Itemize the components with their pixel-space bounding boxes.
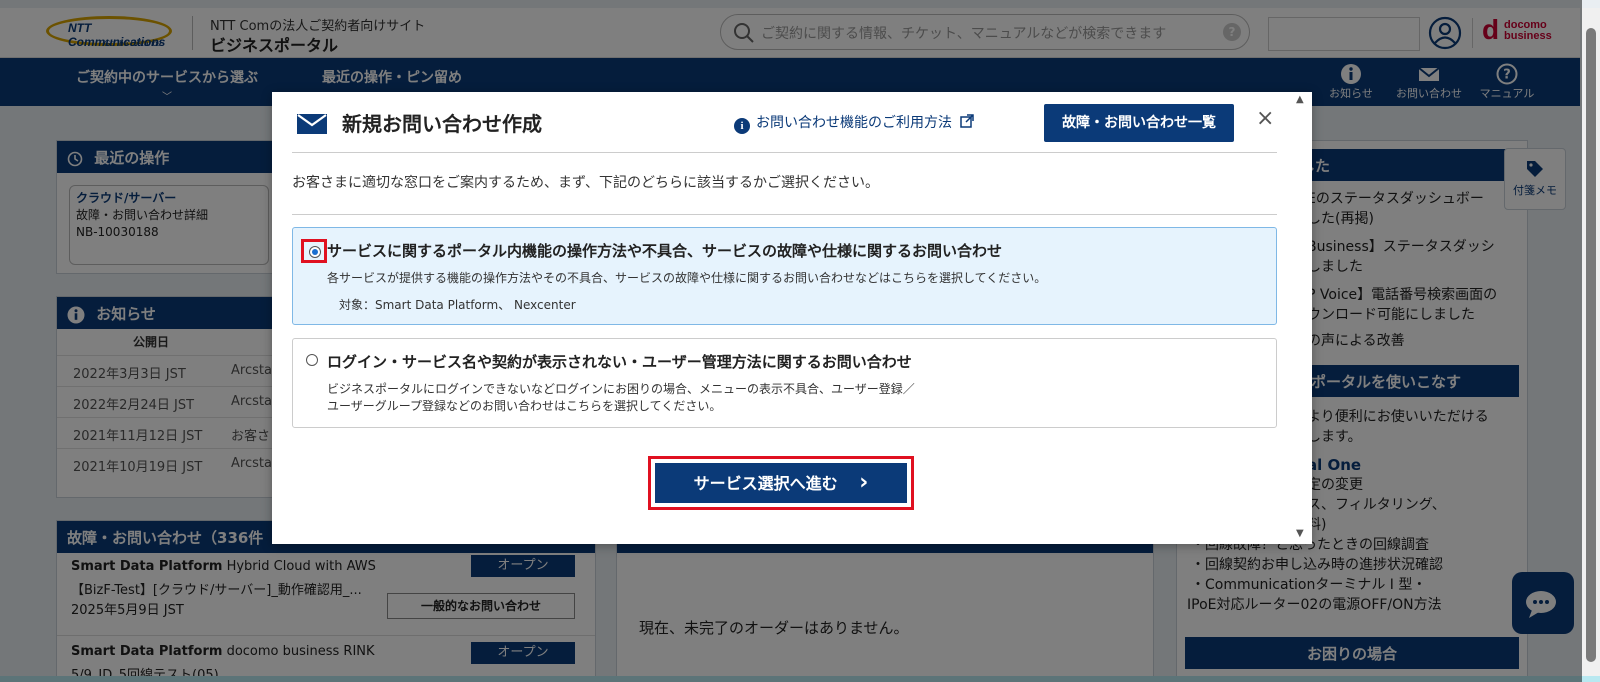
- option-service-inquiry[interactable]: サービスに関するポータル内機能の操作方法や不具合、サービスの故障や仕様に関するお…: [292, 227, 1277, 325]
- help-link-label: お問い合わせ機能のご利用方法: [756, 115, 952, 131]
- radio-login-inquiry[interactable]: [301, 350, 327, 374]
- option-title: サービスに関するポータル内機能の操作方法や不具合、サービスの故障や仕様に関するお…: [327, 242, 1003, 260]
- info-icon: i: [734, 118, 750, 134]
- chevron-right-icon: ›: [859, 470, 869, 495]
- modal-scroll-down-icon[interactable]: ▼: [1296, 528, 1304, 539]
- scrollbar-thumb[interactable]: [1586, 28, 1596, 662]
- radio-selected-icon: [309, 246, 321, 258]
- mail-icon: [297, 114, 327, 134]
- close-icon[interactable]: ×: [1256, 106, 1274, 131]
- radio-service-inquiry[interactable]: [301, 239, 327, 263]
- modal-intro: お客さまに適切な窓口をご案内するため、まず、下記のどちらに該当するかご選択くださ…: [292, 175, 880, 191]
- divider: [292, 152, 1277, 153]
- proceed-button-label: サービス選択へ進む: [693, 474, 838, 493]
- modal-title: 新規お問い合わせ作成: [342, 112, 542, 136]
- new-inquiry-modal: ▲ ▼ 新規お問い合わせ作成 i お問い合わせ機能のご利用方法 故障・お問い合わせ…: [272, 92, 1312, 544]
- inquiry-list-button[interactable]: 故障・お問い合わせ一覧: [1044, 104, 1234, 142]
- option-login-inquiry[interactable]: ログイン・サービス名や契約が表示されない・ユーザー管理方法に関するお問い合わせ …: [292, 338, 1277, 428]
- option-title: ログイン・サービス名や契約が表示されない・ユーザー管理方法に関するお問い合わせ: [327, 353, 912, 371]
- modal-scroll-up-icon[interactable]: ▲: [1296, 94, 1304, 105]
- option-desc: 各サービスが提供する機能の操作方法やその不具合、サービスの故障や仕様に関するお問…: [327, 271, 1047, 285]
- external-link-icon: [960, 114, 975, 128]
- proceed-service-select-button[interactable]: サービス選択へ進む ›: [655, 463, 907, 503]
- option-desc: ユーザーグループ登録などのお問い合わせはこちらを選択してください。: [327, 399, 722, 413]
- page-scrollbar[interactable]: [1582, 8, 1600, 682]
- radio-unselected-icon: [306, 354, 318, 366]
- divider: [292, 214, 1277, 215]
- next-button-highlight: サービス選択へ進む ›: [648, 456, 914, 510]
- option-desc: ビジネスポータルにログインできないなどログインにお困りの場合、メニューの表示不具…: [327, 382, 915, 396]
- help-link[interactable]: i お問い合わせ機能のご利用方法: [734, 112, 975, 134]
- option-target: 対象：Smart Data Platform、 Nexcenter: [339, 298, 576, 312]
